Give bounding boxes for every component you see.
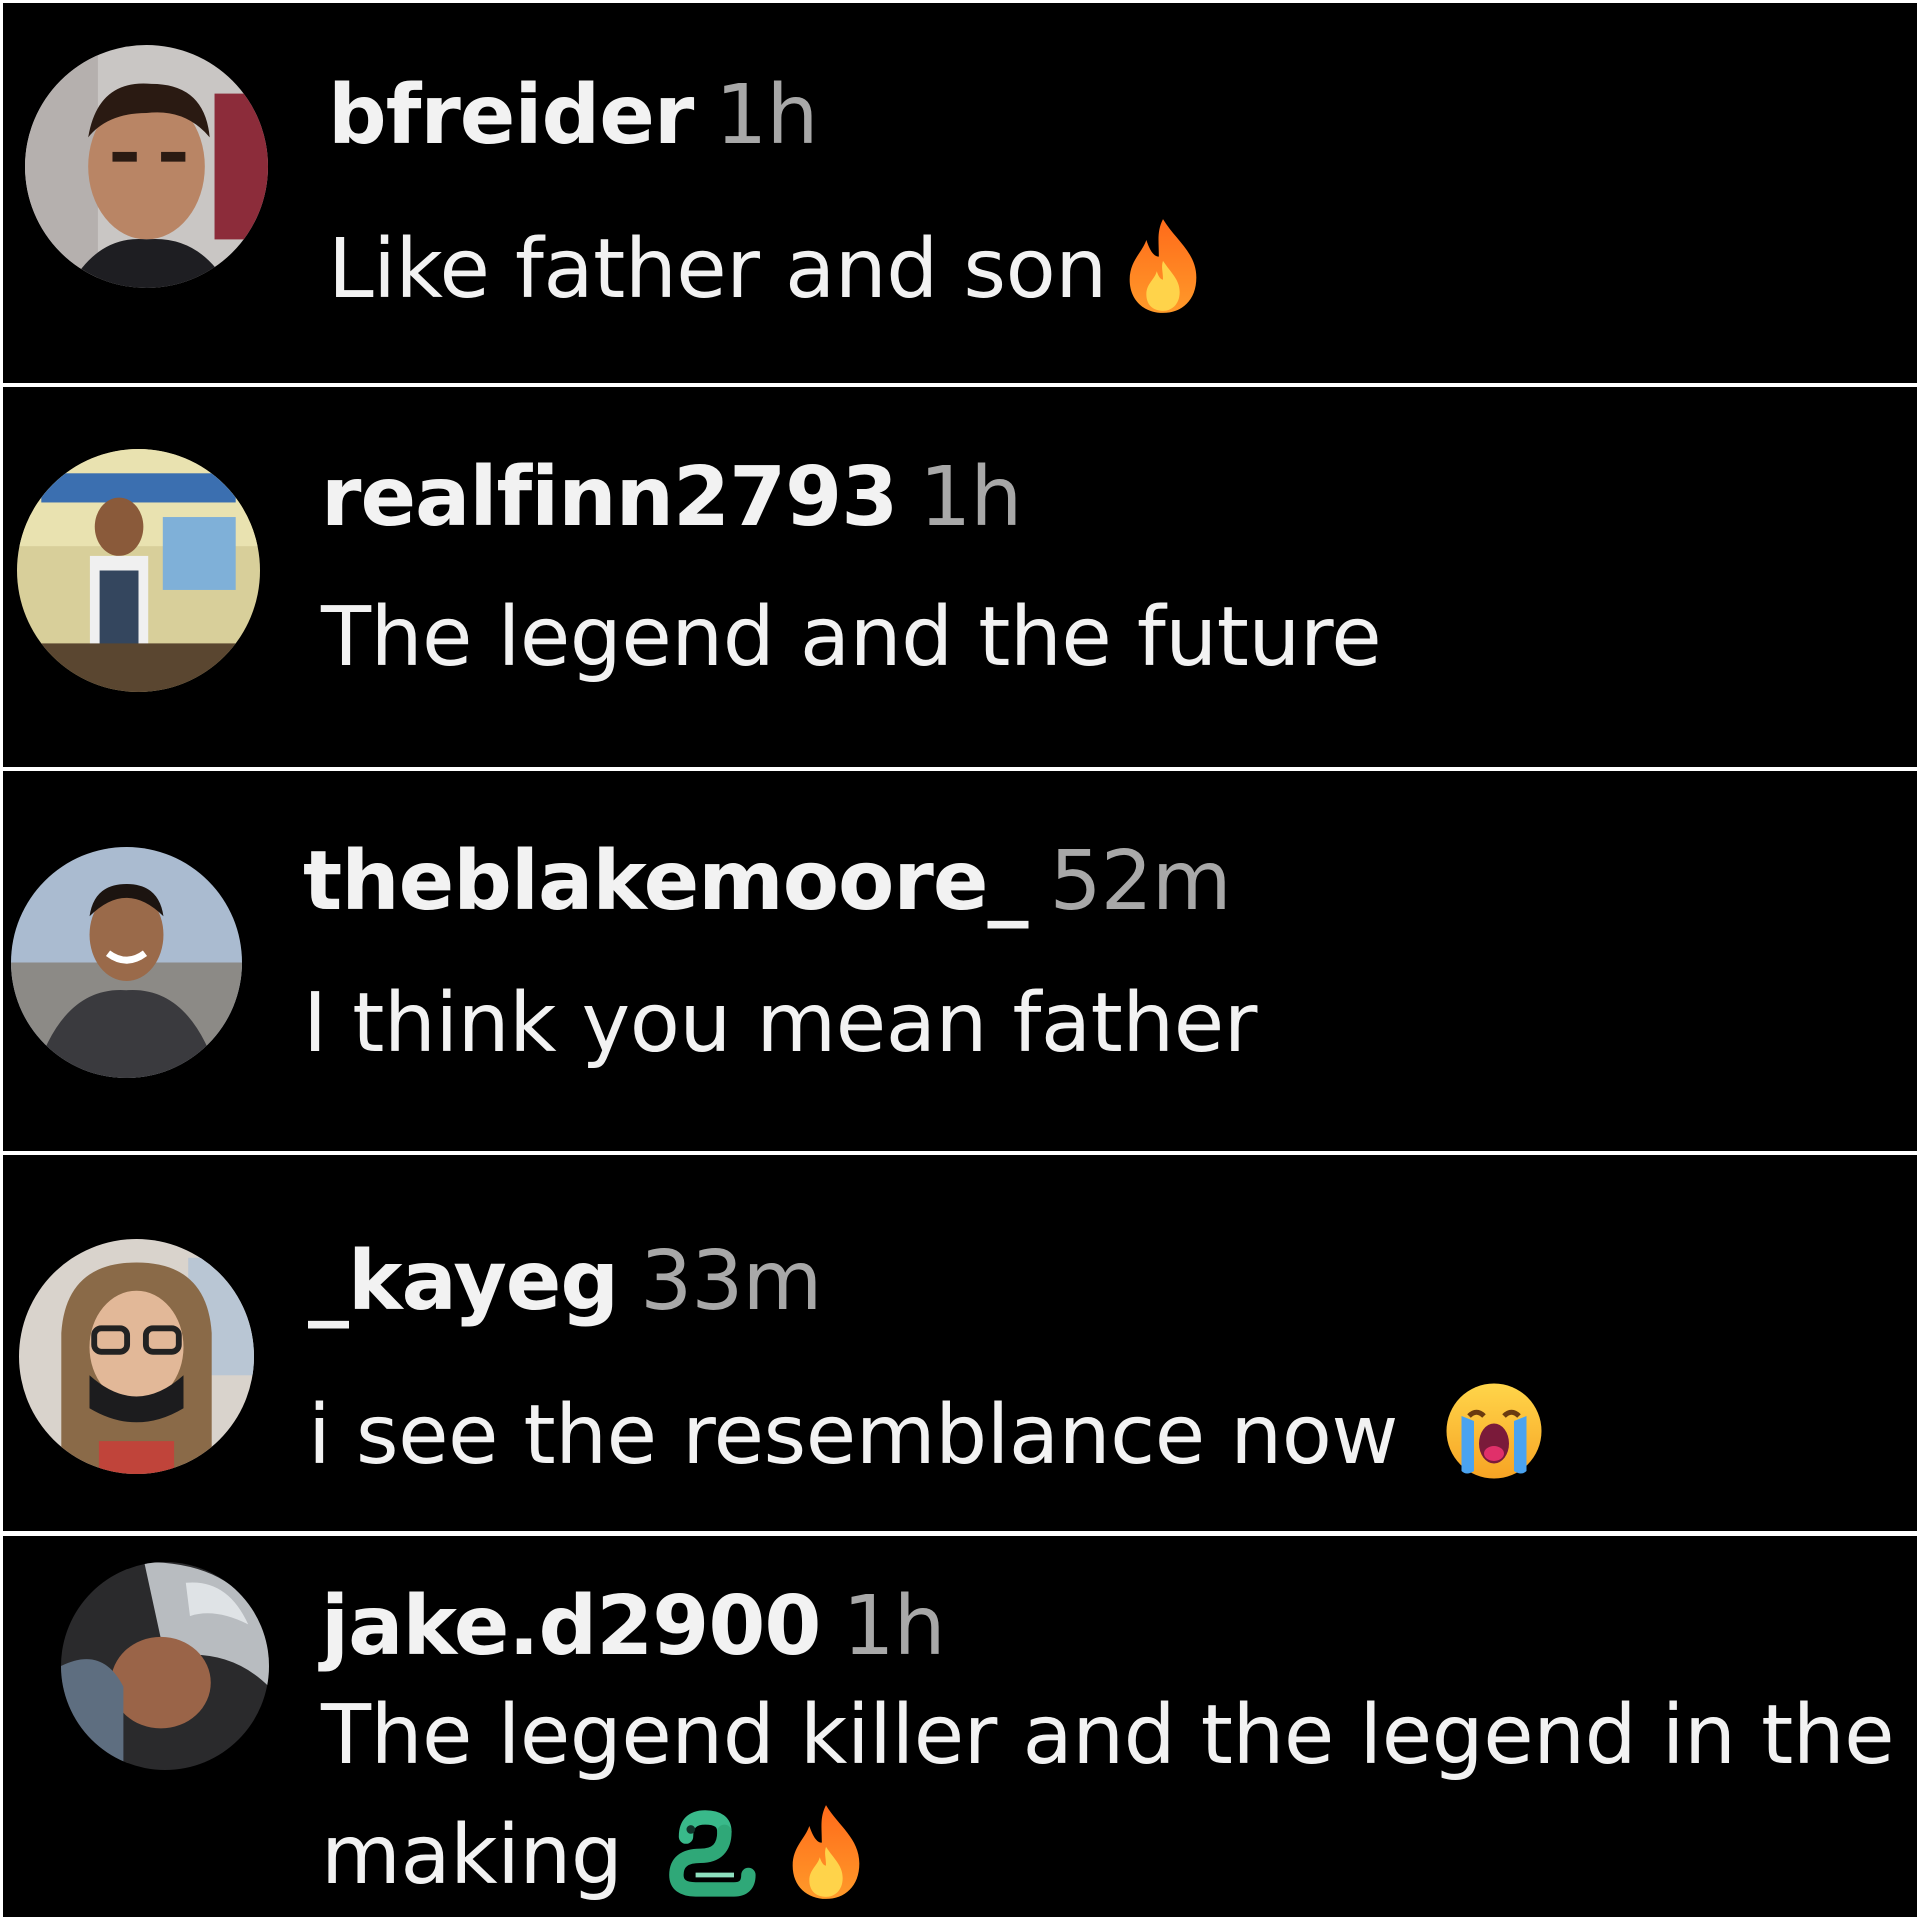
comment-text-row: The legend and the future: [321, 597, 1382, 679]
loudly-crying-face-emoji-icon: [1444, 1381, 1544, 1481]
username[interactable]: _kayeg: [308, 1234, 619, 1329]
fire-emoji-icon: [1121, 215, 1205, 315]
avatar[interactable]: [19, 1239, 254, 1474]
avatar-image: [25, 45, 268, 288]
comment-text-row: Like father and son: [328, 215, 1205, 315]
comment-item: realfinn2793 1h The legend and the future: [3, 387, 1917, 767]
timestamp: 1h: [715, 68, 818, 163]
timestamp: 33m: [640, 1234, 822, 1329]
comment-text: The legend and the future: [321, 590, 1382, 685]
comment-header: _kayeg 33m: [308, 1241, 822, 1323]
username[interactable]: realfinn2793: [321, 450, 898, 545]
comment-text-row: The legend killer and the legend in the …: [321, 1676, 1917, 1916]
username[interactable]: bfreider: [328, 68, 694, 163]
comment-item: bfreider 1h Like father and son: [3, 3, 1917, 383]
comment-text: Like father and son: [328, 222, 1107, 317]
avatar[interactable]: [61, 1562, 269, 1770]
avatar-image: [11, 847, 242, 1078]
comment-text-row: i see the resemblance now: [308, 1381, 1544, 1481]
username[interactable]: jake.d2900: [321, 1579, 821, 1674]
timestamp: 1h: [842, 1579, 945, 1674]
avatar-image: [61, 1562, 269, 1770]
avatar-image: [19, 1239, 254, 1474]
avatar[interactable]: [17, 449, 260, 692]
comment-text: I think you mean father: [303, 976, 1257, 1071]
timestamp: 1h: [919, 450, 1022, 545]
timestamp: 52m: [1049, 834, 1231, 929]
username[interactable]: theblakemoore_: [303, 834, 1028, 929]
comment-item: theblakemoore_ 52m I think you mean fathe…: [3, 771, 1917, 1151]
comment-item: jake.d2900 1h The legend killer and the l…: [3, 1536, 1917, 1917]
fire-emoji-icon: [784, 1801, 868, 1901]
comment-list: bfreider 1h Like father and son realfinn…: [0, 0, 1920, 1920]
comment-text: The legend killer and the legend in the …: [321, 1688, 1895, 1903]
comment-header: bfreider 1h: [328, 75, 818, 157]
comment-header: realfinn2793 1h: [321, 457, 1022, 539]
comment-header: jake.d2900 1h: [321, 1586, 946, 1668]
avatar[interactable]: [11, 847, 242, 1078]
comment-header: theblakemoore_ 52m: [303, 841, 1232, 923]
avatar[interactable]: [25, 45, 268, 288]
comment-item: _kayeg 33m i see the resemblance now: [3, 1155, 1917, 1531]
comment-text-row: I think you mean father: [303, 983, 1257, 1065]
snake-emoji-icon: [662, 1801, 758, 1901]
comment-text: i see the resemblance now: [308, 1388, 1398, 1483]
avatar-image: [17, 449, 260, 692]
